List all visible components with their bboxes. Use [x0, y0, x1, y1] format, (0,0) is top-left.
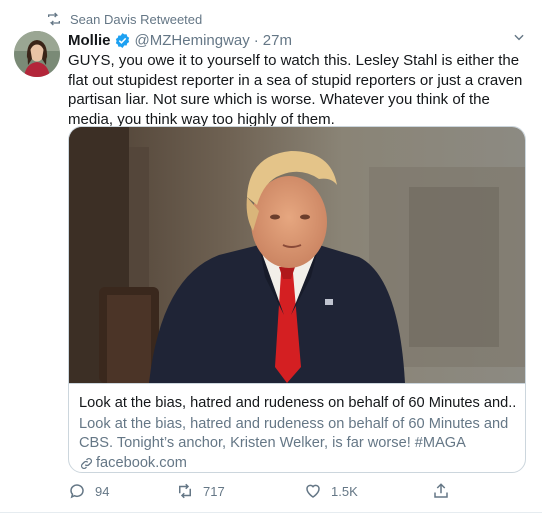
- link-card-title: Look at the bias, hatred and rudeness on…: [79, 395, 515, 411]
- link-card[interactable]: Look at the bias, hatred and rudeness on…: [68, 126, 526, 473]
- reply-button[interactable]: 94: [68, 480, 109, 502]
- heart-icon: [304, 482, 322, 500]
- author-name[interactable]: Mollie: [68, 32, 111, 49]
- verified-badge-icon: [114, 32, 131, 49]
- header-separator: ·: [253, 31, 259, 49]
- share-icon: [432, 482, 450, 500]
- retweet-button[interactable]: 717: [176, 480, 225, 502]
- like-button[interactable]: 1.5K: [304, 480, 358, 502]
- reply-icon: [68, 482, 86, 500]
- retweet-action-icon: [176, 482, 194, 500]
- link-card-domain-text: facebook.com: [96, 455, 187, 471]
- link-card-image[interactable]: [69, 127, 525, 383]
- link-card-domain: facebook.com: [79, 454, 515, 472]
- tweet-text: GUYS, you owe it to yourself to watch th…: [68, 52, 523, 128]
- tweet-actions: 94 717 1.5K: [68, 480, 468, 502]
- retweet-count: 717: [203, 483, 225, 499]
- share-button[interactable]: [432, 480, 459, 502]
- retweet-banner: Sean Davis Retweeted: [46, 10, 202, 28]
- retweet-banner-text[interactable]: Sean Davis Retweeted: [70, 12, 202, 27]
- tweet-header: Mollie @MZHemingway · 27m: [68, 30, 292, 50]
- link-card-body[interactable]: Look at the bias, hatred and rudeness on…: [69, 383, 525, 472]
- like-count: 1.5K: [331, 483, 358, 499]
- tweet-timestamp[interactable]: 27m: [263, 32, 292, 49]
- tweet[interactable]: Sean Davis Retweeted Mollie @MZHemingway…: [0, 0, 542, 513]
- retweet-icon: [46, 11, 62, 27]
- reply-count: 94: [95, 483, 110, 499]
- tweet-menu-button[interactable]: [510, 30, 528, 48]
- author-handle[interactable]: @MZHemingway: [135, 32, 250, 49]
- link-card-description: Look at the bias, hatred and rudeness on…: [79, 416, 509, 451]
- link-icon: [79, 456, 94, 471]
- avatar[interactable]: [14, 31, 60, 77]
- chevron-down-icon: [512, 30, 526, 49]
